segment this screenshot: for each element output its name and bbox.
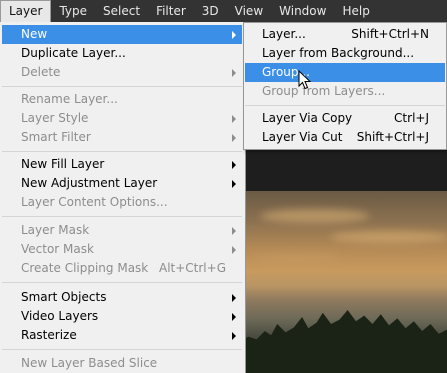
shortcut-label: Ctrl+J <box>394 111 429 125</box>
chevron-right-icon <box>232 227 236 235</box>
menu-help[interactable]: Help <box>334 0 377 22</box>
menu-item-label: Duplicate Layer... <box>21 46 126 60</box>
new-submenu: Layer... Shift+Ctrl+N Layer from Backgrou… <box>243 22 447 150</box>
cloud <box>250 253 340 263</box>
chevron-right-icon <box>232 313 236 321</box>
menu-layer[interactable]: Layer <box>0 0 52 22</box>
menu-item-label: Layer Style <box>21 111 89 125</box>
menu-item-delete[interactable]: Delete <box>2 63 242 82</box>
menu-item-create-clipping-mask[interactable]: Create Clipping Mask Alt+Ctrl+G <box>2 259 242 278</box>
menu-separator <box>2 282 242 283</box>
menu-item-label: Layer... <box>262 27 306 41</box>
menu-window[interactable]: Window <box>271 0 334 22</box>
menu-item-label: Rasterize <box>21 328 77 342</box>
menu-separator <box>245 105 445 106</box>
menu-item-rename-layer[interactable]: Rename Layer... <box>2 90 242 109</box>
canvas-photo <box>240 191 447 373</box>
menu-item-label: Rename Layer... <box>21 92 118 106</box>
shortcut-label: Shift+Ctrl+J <box>356 130 429 144</box>
menu-item-new-fill-layer[interactable]: New Fill Layer <box>2 155 242 174</box>
menu-item-vector-mask[interactable]: Vector Mask <box>2 240 242 259</box>
chevron-right-icon <box>232 115 236 123</box>
menu-item-label: Layer Mask <box>21 223 90 237</box>
chevron-right-icon <box>232 134 236 142</box>
menu-select[interactable]: Select <box>95 0 148 22</box>
menu-item-new-adjustment-layer[interactable]: New Adjustment Layer <box>2 174 242 193</box>
menu-item-label: Layer Via Copy <box>262 111 353 125</box>
menu-separator <box>2 216 242 217</box>
menu-item-smart-objects[interactable]: Smart Objects <box>2 288 242 307</box>
submenu-item-layer[interactable]: Layer... Shift+Ctrl+N <box>245 25 445 44</box>
submenu-item-layer-from-background[interactable]: Layer from Background... <box>245 44 445 63</box>
menu-item-label: Vector Mask <box>21 242 94 256</box>
menu-item-new[interactable]: New <box>2 25 242 44</box>
menu-view[interactable]: View <box>227 0 271 22</box>
menu-item-label: New Layer Based Slice <box>21 356 158 370</box>
cloud <box>330 231 447 243</box>
chevron-right-icon <box>232 180 236 188</box>
menu-item-layer-content-options[interactable]: Layer Content Options... <box>2 193 242 212</box>
chevron-right-icon <box>232 332 236 340</box>
chevron-right-icon <box>232 246 236 254</box>
menu-separator <box>2 151 242 152</box>
menu-filter[interactable]: Filter <box>148 0 194 22</box>
shortcut-label: Alt+Ctrl+G <box>158 261 226 275</box>
menu-item-label: Layer from Background... <box>262 46 415 60</box>
menu-item-label: New Fill Layer <box>21 157 105 171</box>
menu-separator <box>2 349 242 350</box>
chevron-right-icon <box>232 161 236 169</box>
menu-item-label: Smart Filter <box>21 130 91 144</box>
menu-item-layer-mask[interactable]: Layer Mask <box>2 221 242 240</box>
submenu-item-group[interactable]: Group... <box>245 63 445 82</box>
menu-item-label: Layer Content Options... <box>21 195 168 209</box>
shortcut-label: Shift+Ctrl+N <box>351 27 429 41</box>
cloud <box>260 209 370 223</box>
menu-item-label: Video Layers <box>21 309 99 323</box>
menu-item-label: Smart Objects <box>21 290 107 304</box>
chevron-right-icon <box>232 294 236 302</box>
menu-bar: Layer Type Select Filter 3D View Window … <box>0 0 447 22</box>
chevron-right-icon <box>232 69 236 77</box>
menu-type[interactable]: Type <box>51 0 95 22</box>
menu-item-layer-style[interactable]: Layer Style <box>2 109 242 128</box>
submenu-item-group-from-layers[interactable]: Group from Layers... <box>245 82 445 101</box>
menu-3d[interactable]: 3D <box>194 0 227 22</box>
menu-item-new-layer-based-slice[interactable]: New Layer Based Slice <box>2 354 242 373</box>
menu-item-label: Group from Layers... <box>262 84 386 98</box>
menu-item-label: Create Clipping Mask <box>21 261 149 275</box>
mouse-pointer-icon <box>298 70 312 90</box>
submenu-item-layer-via-cut[interactable]: Layer Via Cut Shift+Ctrl+J <box>245 128 445 147</box>
chevron-right-icon <box>232 31 236 39</box>
menu-item-smart-filter[interactable]: Smart Filter <box>2 128 242 147</box>
layer-menu-dropdown: New Duplicate Layer... Delete Rename Lay… <box>0 22 246 373</box>
submenu-item-layer-via-copy[interactable]: Layer Via Copy Ctrl+J <box>245 109 445 128</box>
menu-item-label: New <box>21 27 48 41</box>
menu-item-label: New Adjustment Layer <box>21 176 158 190</box>
menu-separator <box>2 86 242 87</box>
menu-item-video-layers[interactable]: Video Layers <box>2 307 242 326</box>
menu-item-label: Layer Via Cut <box>262 130 343 144</box>
menu-item-rasterize[interactable]: Rasterize <box>2 326 242 345</box>
menu-item-duplicate-layer[interactable]: Duplicate Layer... <box>2 44 242 63</box>
treeline <box>240 310 447 373</box>
menu-item-label: Delete <box>21 65 61 79</box>
